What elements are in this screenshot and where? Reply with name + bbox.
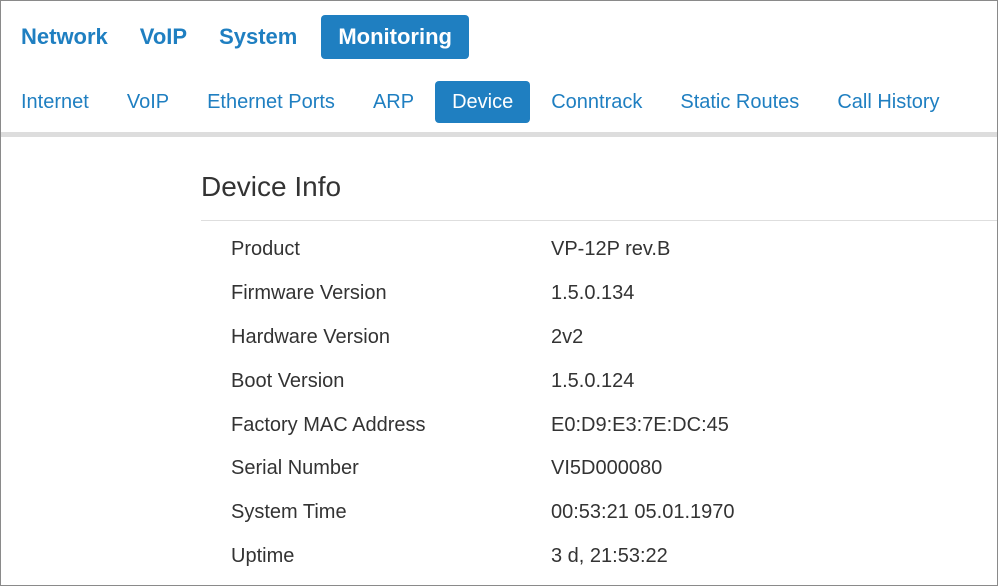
row-label-product: Product (231, 238, 300, 261)
tab-internet[interactable]: Internet (9, 81, 106, 123)
tab-device[interactable]: Device (435, 81, 531, 123)
table-row: Firmware Version 1.5.0.134 (231, 272, 951, 316)
row-value-system-time: 00:53:21 05.01.1970 (551, 501, 735, 524)
table-row: System Time 00:53:21 05.01.1970 (231, 491, 951, 535)
top-nav-network[interactable]: Network (7, 15, 122, 59)
section-title: Device Info (201, 171, 342, 202)
table-row: Boot Version 1.5.0.124 (231, 359, 951, 403)
tab-arp[interactable]: ARP (356, 81, 431, 123)
top-nav-system[interactable]: System (205, 15, 311, 59)
row-value-uptime: 3 d, 21:53:22 (551, 544, 668, 567)
row-label-uptime: Uptime (231, 544, 295, 567)
table-row: Factory MAC Address E0:D9:E3:7E:DC:45 (231, 403, 951, 447)
row-value-boot-version: 1.5.0.124 (551, 369, 635, 392)
row-label-factory-mac-address: Factory MAC Address (231, 413, 426, 436)
device-info-table: Product VP-12P rev.B Firmware Version 1.… (231, 228, 951, 578)
table-row: Serial Number VI5D000080 (231, 447, 951, 491)
tab-ethernet-ports[interactable]: Ethernet Ports (190, 81, 352, 123)
tab-call-history[interactable]: Call History (820, 81, 956, 123)
top-nav: Network VoIP System Monitoring (7, 15, 473, 59)
top-nav-monitoring[interactable]: Monitoring (321, 15, 469, 59)
row-value-firmware-version: 1.5.0.134 (551, 282, 635, 305)
row-value-factory-mac-address: E0:D9:E3:7E:DC:45 (551, 413, 729, 436)
row-label-serial-number: Serial Number (231, 457, 359, 480)
top-nav-voip[interactable]: VoIP (126, 15, 201, 59)
sub-nav-divider (1, 132, 997, 137)
row-label-hardware-version: Hardware Version (231, 325, 390, 348)
row-label-firmware-version: Firmware Version (231, 282, 387, 305)
table-row: Hardware Version 2v2 (231, 316, 951, 360)
section-divider (201, 220, 997, 221)
row-value-product: VP-12P rev.B (551, 238, 671, 261)
tab-conntrack[interactable]: Conntrack (534, 81, 659, 123)
row-value-hardware-version: 2v2 (551, 325, 584, 348)
sub-nav: Internet VoIP Ethernet Ports ARP Device … (9, 81, 961, 123)
table-row: Uptime 3 d, 21:53:22 (231, 535, 951, 579)
row-value-serial-number: VI5D000080 (551, 457, 663, 480)
row-label-boot-version: Boot Version (231, 369, 345, 392)
table-row: Product VP-12P rev.B (231, 228, 951, 272)
app-frame: Network VoIP System Monitoring Internet … (0, 0, 998, 586)
tab-voip[interactable]: VoIP (110, 81, 186, 123)
tab-static-routes[interactable]: Static Routes (663, 81, 816, 123)
row-label-system-time: System Time (231, 501, 347, 524)
